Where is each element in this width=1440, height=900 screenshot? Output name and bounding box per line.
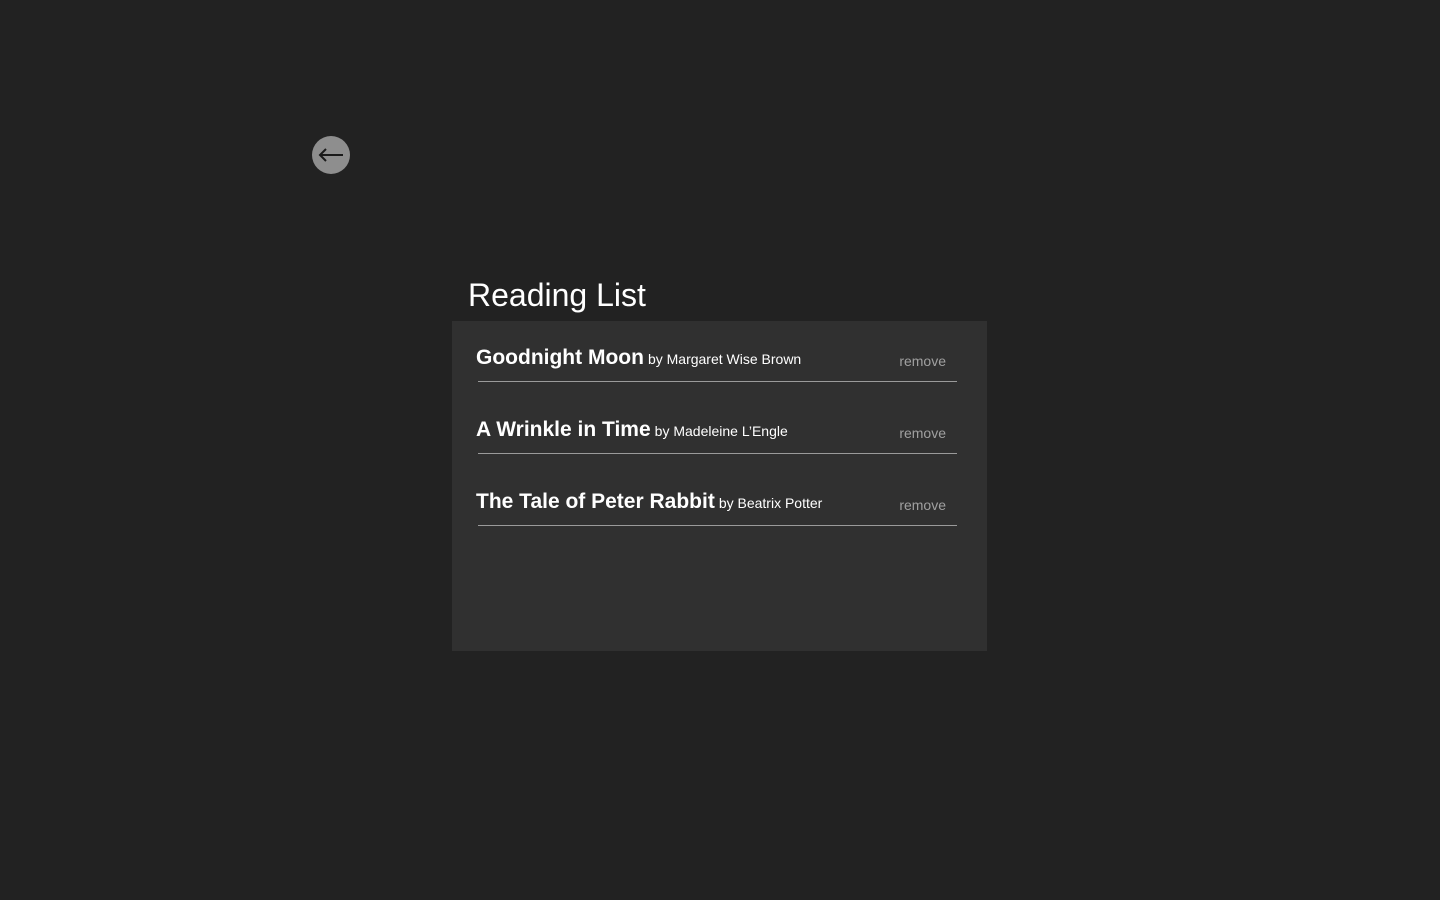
arrow-left-icon: [317, 147, 345, 163]
list-item: Goodnight Moon by Margaret Wise Brown rem…: [476, 344, 957, 382]
book-title: A Wrinkle in Time: [476, 418, 651, 441]
book-author: by Beatrix Potter: [718, 495, 823, 511]
reading-list-page: Reading List Goodnight Moon by Margaret W…: [0, 0, 1440, 900]
book-info: Goodnight Moon by Margaret Wise Brown: [476, 344, 801, 374]
back-button[interactable]: [312, 136, 350, 174]
list-item: The Tale of Peter Rabbit by Beatrix Potte…: [476, 488, 957, 526]
book-info: A Wrinkle in Time by Madeleine L’Engle: [476, 416, 788, 446]
book-title: Goodnight Moon: [476, 346, 644, 369]
book-author: by Madeleine L’Engle: [654, 423, 788, 439]
book-author: by Margaret Wise Brown: [647, 351, 802, 367]
book-info: The Tale of Peter Rabbit by Beatrix Potte…: [476, 488, 822, 518]
book-title: The Tale of Peter Rabbit: [476, 490, 715, 513]
remove-button[interactable]: remove: [899, 352, 946, 370]
remove-button[interactable]: remove: [899, 424, 946, 442]
list-item: A Wrinkle in Time by Madeleine L’Engle re…: [476, 416, 957, 454]
remove-button[interactable]: remove: [899, 496, 946, 514]
reading-list-panel: Goodnight Moon by Margaret Wise Brown rem…: [452, 321, 987, 651]
page-title: Reading List: [468, 277, 646, 313]
